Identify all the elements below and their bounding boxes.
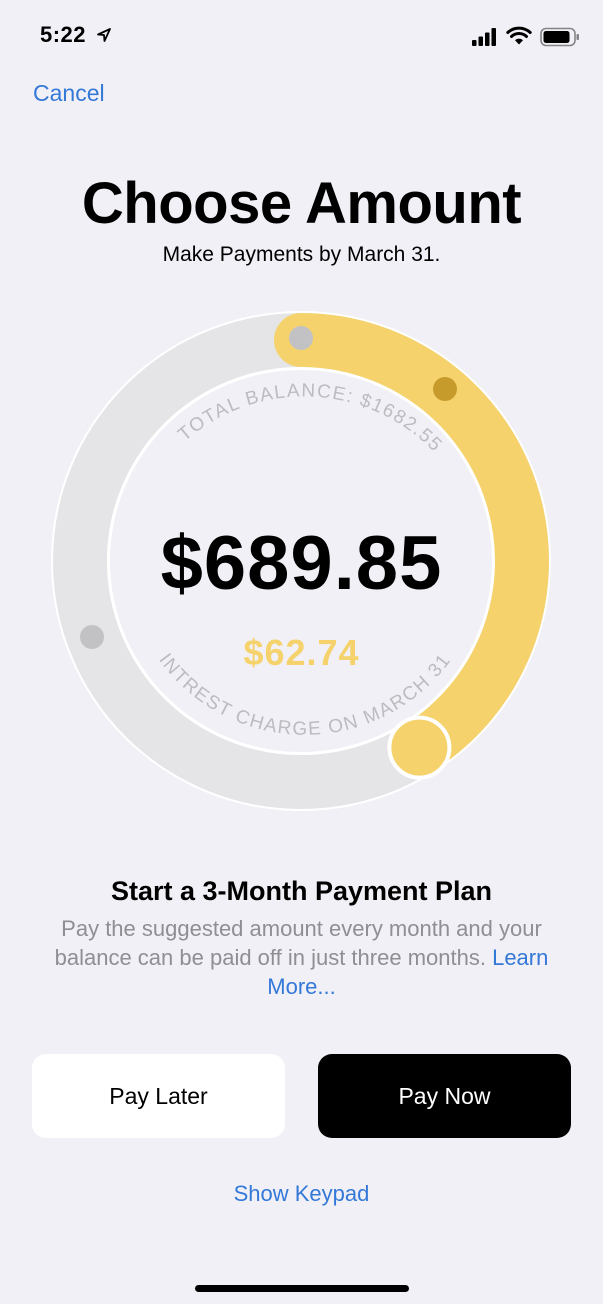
- show-keypad-button[interactable]: Show Keypad: [234, 1181, 370, 1206]
- payment-amount: $689.85: [160, 521, 443, 606]
- plan-title: Start a 3-Month Payment Plan: [110, 876, 493, 906]
- dial-marker-top: [289, 326, 313, 350]
- dial-marker-gold: [433, 377, 457, 401]
- plan-description-text: Pay the suggested amount every month and…: [54, 916, 542, 970]
- location-arrow-icon: [97, 28, 111, 42]
- battery-icon: [540, 27, 579, 47]
- interest-amount: $62.74: [243, 632, 360, 673]
- pay-later-label: Pay Later: [109, 1082, 208, 1109]
- plan-description: Pay the suggested amount every month and…: [50, 914, 553, 1001]
- page-subtitle: Make Payments by March 31.: [162, 243, 441, 266]
- page-title: Choose Amount: [81, 171, 522, 236]
- home-indicator: [195, 1285, 409, 1292]
- show-keypad-row: Show Keypad: [0, 1181, 603, 1207]
- pay-later-button[interactable]: Pay Later: [32, 1054, 285, 1138]
- status-bar: 5:22: [0, 0, 603, 80]
- wifi-icon: [506, 26, 532, 45]
- pay-now-label: Pay Now: [398, 1082, 491, 1109]
- dial-knob[interactable]: [387, 715, 452, 780]
- cellular-signal-icon: [472, 28, 496, 46]
- status-time: 5:22: [40, 22, 87, 47]
- pay-now-button[interactable]: Pay Now: [318, 1054, 571, 1138]
- cancel-button[interactable]: Cancel: [33, 80, 105, 107]
